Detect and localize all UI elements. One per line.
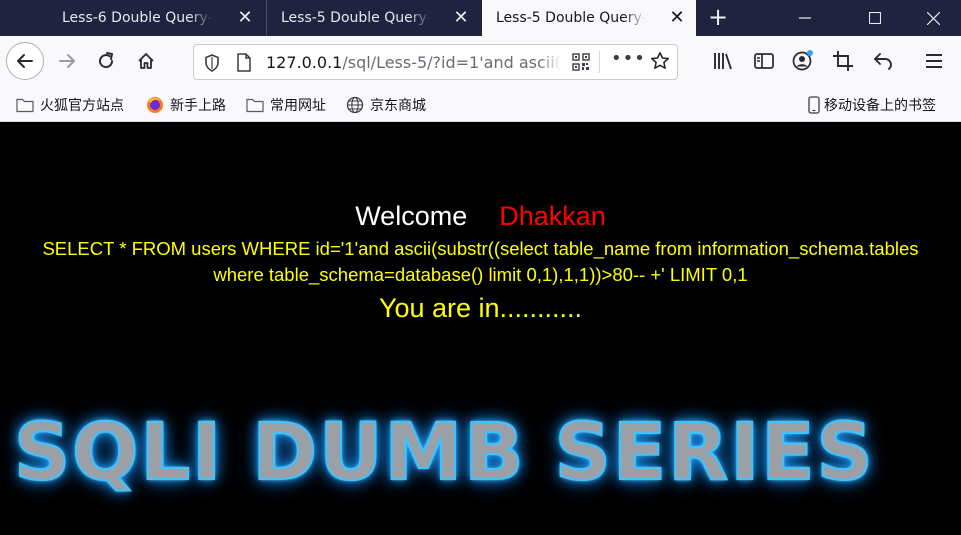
- folder-icon: [16, 98, 34, 113]
- nav-toolbar: 127.0.0.1/sql/Less-5/?id=1'and ascii( ••…: [0, 36, 961, 88]
- url-separator: [599, 51, 600, 73]
- library-button[interactable]: [711, 48, 737, 74]
- sqli-dumb-series-logo: SQLI DUMB SERIES: [13, 407, 875, 499]
- close-icon[interactable]: ✕: [236, 9, 254, 27]
- tab-less-5-active[interactable]: Less-5 Double Query- S ✕: [482, 0, 696, 36]
- url-text[interactable]: 127.0.0.1/sql/Less-5/?id=1'and ascii(: [266, 53, 562, 72]
- qr-code-icon[interactable]: [572, 53, 590, 75]
- bookmark-label: 新手上路: [170, 98, 226, 114]
- arrow-right-icon: [59, 54, 75, 68]
- bookmark-item[interactable]: 常用网址: [246, 94, 326, 116]
- account-button[interactable]: [790, 48, 816, 74]
- new-tab-button[interactable]: +: [705, 5, 731, 31]
- tab-strip: Less-6 Double Query- D ✕ Less-5 Double Q…: [0, 0, 961, 36]
- minimize-icon: [799, 17, 811, 19]
- bookmark-item[interactable]: 火狐官方站点: [16, 94, 124, 116]
- undo-button[interactable]: [870, 48, 896, 74]
- hamburger-icon: [926, 54, 942, 68]
- mobile-bookmarks[interactable]: 移动设备上的书签: [808, 94, 936, 116]
- screenshot-button[interactable]: [830, 48, 856, 74]
- account-icon: [792, 50, 813, 71]
- globe-icon: [346, 96, 364, 114]
- sidebar-button[interactable]: [751, 48, 777, 74]
- bookmark-label: 移动设备上的书签: [824, 98, 936, 114]
- tab-title: Less-5 Double Query- S: [496, 10, 646, 26]
- page-actions-button[interactable]: •••: [611, 48, 646, 69]
- bookmark-item[interactable]: 新手上路: [146, 94, 226, 116]
- welcome-text: Welcome: [355, 201, 468, 231]
- tab-title: Less-6 Double Query- D: [62, 10, 212, 26]
- url-path: /sql/Less-5/?id=1'and ascii(: [342, 53, 561, 72]
- tracking-shield-icon[interactable]: [204, 54, 220, 76]
- phone-icon: [808, 96, 820, 114]
- close-icon[interactable]: ✕: [668, 9, 686, 27]
- welcome-line: Welcome Dhakkan: [0, 201, 961, 232]
- home-button[interactable]: [130, 45, 162, 77]
- tab-less-5[interactable]: Less-5 Double Query- S ✕: [266, 0, 480, 36]
- maximize-icon: [869, 12, 881, 24]
- bookmark-label: 火狐官方站点: [40, 98, 124, 114]
- close-icon[interactable]: ✕: [452, 9, 470, 27]
- menu-button[interactable]: [921, 48, 947, 74]
- bookmark-label: 常用网址: [270, 98, 326, 114]
- page-info-icon[interactable]: [236, 53, 252, 76]
- firefox-icon: [147, 97, 163, 113]
- back-button[interactable]: [6, 42, 44, 80]
- close-icon: [926, 11, 940, 25]
- user-name: Dhakkan: [499, 201, 606, 231]
- undo-icon: [874, 53, 892, 70]
- url-host: 127.0.0.1: [266, 53, 343, 72]
- forward-button[interactable]: [51, 45, 83, 77]
- status-message: You are in...........: [378, 293, 583, 323]
- bookmark-star-icon[interactable]: [650, 51, 670, 75]
- url-bar[interactable]: 127.0.0.1/sql/Less-5/?id=1'and ascii( ••…: [193, 44, 678, 80]
- bookmark-label: 京东商城: [370, 98, 426, 114]
- bookmarks-toolbar: 火狐官方站点 新手上路 常用网址 京东商城 移动设备上的书签: [0, 88, 961, 122]
- page-content: Welcome Dhakkan SELECT * FROM users WHERE…: [0, 123, 961, 535]
- arrow-left-icon: [17, 54, 33, 68]
- crop-icon: [833, 51, 853, 71]
- sql-query-text: SELECT * FROM users WHERE id='1'and asci…: [42, 238, 919, 285]
- tab-less-6[interactable]: Less-6 Double Query- D ✕: [48, 0, 264, 36]
- minimize-button[interactable]: [782, 0, 828, 36]
- window-close-button[interactable]: [910, 0, 956, 36]
- sidebar-icon: [754, 53, 774, 69]
- home-icon: [138, 53, 154, 69]
- tab-title: Less-5 Double Query- S: [281, 10, 431, 26]
- library-icon: [714, 53, 732, 70]
- maximize-button[interactable]: [852, 0, 898, 36]
- reload-button[interactable]: [90, 45, 122, 77]
- folder-icon: [246, 98, 264, 113]
- reload-icon: [99, 52, 114, 69]
- bookmark-item[interactable]: 京东商城: [346, 94, 426, 116]
